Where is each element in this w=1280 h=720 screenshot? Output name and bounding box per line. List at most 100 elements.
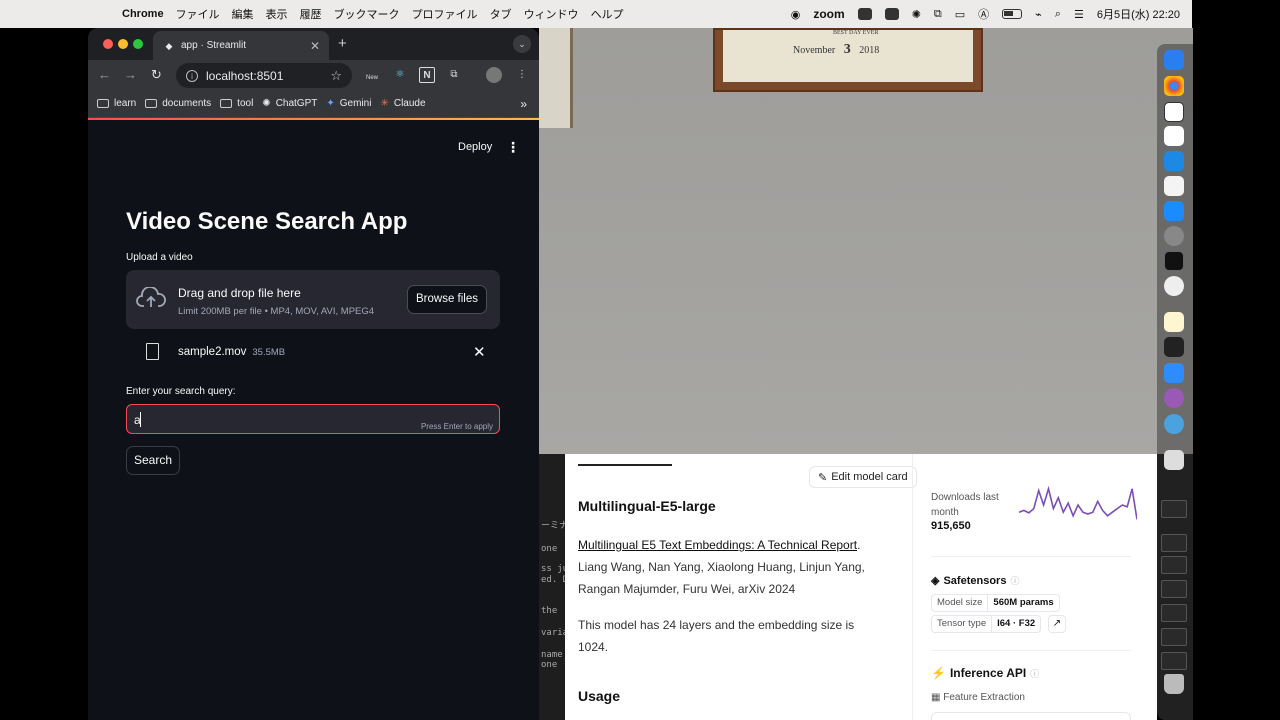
podcasts-icon[interactable]: [1164, 388, 1184, 408]
chrome-menu-icon[interactable]: ⋮: [514, 67, 530, 83]
quicktime-icon[interactable]: [1164, 414, 1184, 434]
chatgpt-app-icon[interactable]: [1164, 276, 1184, 296]
docker-icon[interactable]: [857, 8, 872, 20]
menubar-clock[interactable]: 6月5日(水) 22:20: [1097, 6, 1180, 22]
streamlit-top-decoration: [88, 118, 539, 120]
main-menu-icon[interactable]: ⋮: [506, 139, 520, 156]
maximize-window-icon[interactable]: [133, 39, 143, 49]
menu-file[interactable]: ファイル: [176, 6, 220, 22]
close-tab-icon[interactable]: ✕: [307, 39, 323, 53]
model-description: This model has 24 layers and the embeddi…: [578, 618, 855, 654]
bookmark-tool[interactable]: tool: [220, 98, 253, 109]
info-icon[interactable]: ⓘ: [1010, 574, 1019, 587]
site-info-icon[interactable]: i: [186, 69, 198, 82]
slack-icon[interactable]: [1164, 126, 1184, 146]
menu-tab[interactable]: タブ: [490, 6, 512, 22]
bookmark-documents[interactable]: documents: [145, 98, 211, 109]
terminal-line: ed. D: [541, 575, 565, 585]
menu-profiles[interactable]: プロファイル: [412, 6, 478, 22]
wifi-off-icon[interactable]: ⌁: [1035, 8, 1042, 21]
upload-label: Upload a video: [126, 252, 193, 263]
close-window-icon[interactable]: [103, 39, 113, 49]
bookmark-star-icon[interactable]: ☆: [330, 68, 342, 84]
minimized-window-thumbnail[interactable]: [1161, 500, 1187, 518]
bookmark-label: Claude: [393, 98, 426, 109]
uploaded-file-size: 35.5MB: [252, 347, 286, 358]
minimized-window-thumbnail[interactable]: [1161, 580, 1187, 598]
terminal-line: name: [541, 650, 563, 660]
menu-bookmarks[interactable]: ブックマーク: [334, 6, 400, 22]
macos-dock: [1157, 44, 1193, 720]
reload-icon[interactable]: ↻: [151, 67, 162, 83]
model-card-tab-indicator: [578, 464, 672, 466]
edit-model-card-button[interactable]: ✎ Edit model card: [809, 466, 917, 488]
apple-icon[interactable]: [98, 7, 112, 21]
menu-help[interactable]: ヘルプ: [591, 6, 624, 22]
minimize-window-icon[interactable]: [118, 39, 128, 49]
terminal-window[interactable]: ーミナ one ss ju ed. D the varia name one: [539, 454, 565, 720]
bookmark-learn[interactable]: learn: [97, 98, 136, 109]
info-icon[interactable]: ⓘ: [1030, 667, 1039, 680]
notion-clipper-icon[interactable]: N: [419, 67, 435, 83]
remove-file-icon[interactable]: ✕: [473, 343, 486, 361]
system-settings-icon[interactable]: [1164, 226, 1184, 246]
search-query-input[interactable]: a Press Enter to apply: [126, 404, 500, 434]
minimized-window-thumbnail[interactable]: [1161, 604, 1187, 622]
minimized-window-thumbnail[interactable]: [1161, 628, 1187, 646]
finder-icon[interactable]: [1164, 50, 1184, 70]
minimized-window-thumbnail[interactable]: [1161, 556, 1187, 574]
menu-view[interactable]: 表示: [266, 6, 288, 22]
minimized-window-thumbnail[interactable]: [1161, 652, 1187, 670]
react-devtools-icon[interactable]: ⚛: [392, 67, 408, 83]
chrome-icon[interactable]: [1164, 76, 1184, 96]
new-tab-icon[interactable]: +: [338, 35, 347, 52]
bookmark-gemini[interactable]: ✦ Gemini: [326, 98, 371, 109]
menu-history[interactable]: 履歴: [300, 6, 322, 22]
bookmark-claude[interactable]: ✳ Claude: [380, 98, 425, 109]
menu-window[interactable]: ウィンドウ: [524, 6, 579, 22]
search-button[interactable]: Search: [126, 446, 180, 475]
control-center-icon[interactable]: ☰: [1074, 8, 1084, 21]
extensions-icon[interactable]: ⧉: [446, 67, 462, 83]
tab-search-icon[interactable]: ⌄: [513, 35, 531, 53]
address-bar[interactable]: i localhost:8501 ☆: [176, 63, 352, 88]
deploy-button[interactable]: Deploy: [458, 141, 492, 153]
openai-icon[interactable]: ✺: [912, 8, 921, 21]
record-icon[interactable]: ◉: [791, 8, 801, 21]
battery-icon[interactable]: [1002, 9, 1023, 19]
bookmark-chatgpt[interactable]: ✺ ChatGPT: [262, 98, 317, 109]
keyboard-a-icon[interactable]: Ⓐ: [978, 6, 989, 22]
menubar-status-area: ◉ zoom ✺ ⧉ ▭ Ⓐ ⌁ ⌕ ☰ 6月5日(水) 22:20: [791, 0, 1180, 28]
app-store-icon[interactable]: [1164, 201, 1184, 221]
extension-new-icon[interactable]: New: [364, 67, 380, 83]
input-source-icon[interactable]: ▭: [955, 8, 965, 21]
trash-icon[interactable]: [1164, 674, 1184, 694]
ghost-icon[interactable]: [884, 8, 899, 20]
vscode-icon[interactable]: [1164, 151, 1184, 171]
chrome-toolbar: ← → ↻ i localhost:8501 ☆ New ⚛ N ⧉ ⋮: [88, 60, 539, 90]
notion-icon[interactable]: [1164, 102, 1184, 122]
spotlight-icon[interactable]: ⌕: [1055, 8, 1061, 21]
zoom-app-icon[interactable]: [1164, 363, 1184, 383]
model-size-key: Model size: [932, 595, 989, 611]
inference-input[interactable]: [931, 712, 1131, 720]
minimized-window-thumbnail[interactable]: [1161, 534, 1187, 552]
activity-monitor-icon[interactable]: [1164, 337, 1184, 357]
menu-edit[interactable]: 編集: [232, 6, 254, 22]
back-icon[interactable]: ←: [98, 67, 111, 82]
zoom-menu-icon[interactable]: zoom: [813, 7, 844, 21]
forward-icon[interactable]: →: [124, 67, 137, 82]
notes-icon[interactable]: [1164, 312, 1184, 332]
file-uploader-dropzone[interactable]: Drag and drop file here Limit 200MB per …: [126, 270, 500, 329]
external-link-icon[interactable]: ↗: [1048, 615, 1066, 633]
ghost-app-icon[interactable]: [1164, 176, 1184, 196]
menu-app-chrome[interactable]: Chrome: [122, 8, 164, 20]
profile-avatar[interactable]: [486, 67, 502, 83]
browse-files-button[interactable]: Browse files: [407, 285, 487, 314]
more-bookmarks-icon[interactable]: »: [520, 97, 527, 111]
document-icon[interactable]: [1164, 450, 1184, 470]
browser-tab-active[interactable]: ◆ app · Streamlit ✕: [153, 31, 329, 60]
windows-icon[interactable]: ⧉: [934, 8, 942, 21]
paper-link[interactable]: Multilingual E5 Text Embeddings: A Techn…: [578, 538, 857, 552]
terminal-app-icon[interactable]: [1164, 251, 1184, 271]
